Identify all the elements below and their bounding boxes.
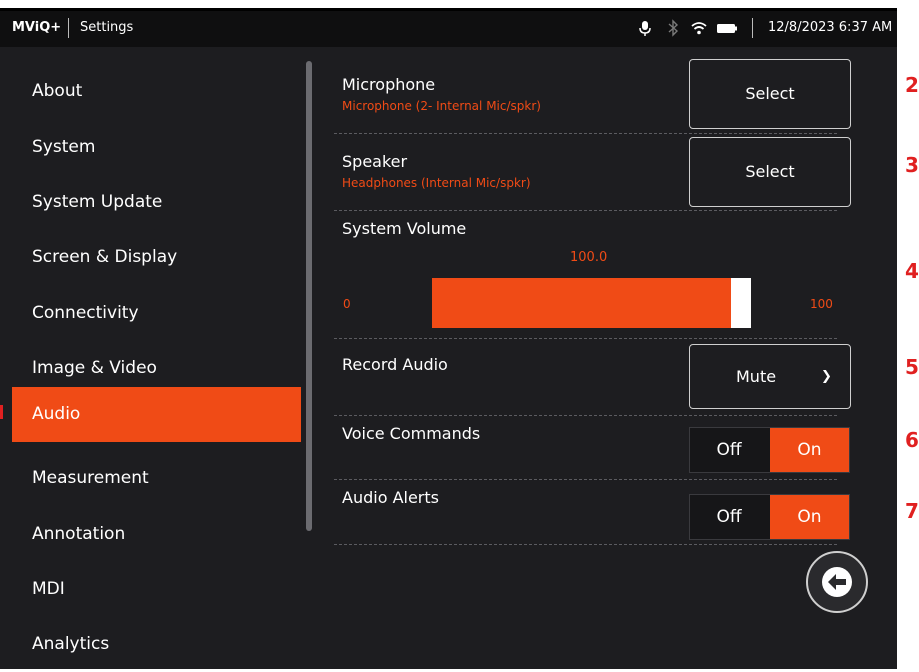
audio-alerts-off-option[interactable]: Off xyxy=(690,495,768,539)
sidebar-item-label: Annotation xyxy=(32,524,126,544)
sidebar-item-label: Audio xyxy=(32,404,81,424)
callout-marker xyxy=(0,405,3,419)
callout-3: 3 xyxy=(905,153,919,177)
status-separator xyxy=(752,18,753,38)
divider xyxy=(334,133,837,134)
sidebar-scrollbar[interactable] xyxy=(306,61,312,531)
arrow-left-icon xyxy=(822,567,852,597)
microphone-select-button[interactable]: Select xyxy=(689,59,851,129)
audio-settings-panel: Microphone Microphone (2- Internal Mic/s… xyxy=(322,47,877,669)
chevron-down-icon: ❯ xyxy=(821,369,832,384)
callout-2: 2 xyxy=(905,73,919,97)
status-bar: MViQ+ Settings 12/8/2023 6:37 AM xyxy=(0,11,897,47)
sidebar-item-label: Analytics xyxy=(32,634,110,654)
battery-icon xyxy=(717,24,737,33)
microphone-value: Microphone (2- Internal Mic/spkr) xyxy=(342,99,541,113)
bluetooth-icon xyxy=(668,19,679,37)
audio-alerts-toggle[interactable]: Off On xyxy=(689,494,850,540)
voice-commands-off-option[interactable]: Off xyxy=(690,428,768,472)
volume-slider[interactable] xyxy=(432,278,770,328)
divider xyxy=(334,415,837,416)
sidebar-item-label: MDI xyxy=(32,579,65,599)
app-name: MViQ+ xyxy=(12,20,62,35)
sidebar-item-label: Measurement xyxy=(32,468,149,488)
status-separator xyxy=(68,18,69,38)
record-audio-dropdown[interactable]: Mute ❯ xyxy=(689,344,851,409)
divider xyxy=(334,544,837,545)
speaker-value: Headphones (Internal Mic/spkr) xyxy=(342,176,531,190)
callout-7: 7 xyxy=(905,499,919,523)
microphone-icon xyxy=(639,21,651,36)
device-screen: MViQ+ Settings 12/8/2023 6:37 AM About S… xyxy=(0,8,897,669)
date-time: 12/8/2023 6:37 AM xyxy=(768,20,893,35)
sidebar-item-annotation[interactable]: Annotation xyxy=(12,507,301,562)
speaker-title: Speaker xyxy=(342,152,408,171)
wifi-icon xyxy=(691,22,707,35)
voice-commands-on-option[interactable]: On xyxy=(770,428,849,472)
microphone-title: Microphone xyxy=(342,75,436,94)
section-title: Settings xyxy=(80,20,134,35)
sidebar-item-analytics[interactable]: Analytics xyxy=(12,617,301,672)
audio-alerts-on-option[interactable]: On xyxy=(770,495,849,539)
volume-slider-thumb[interactable] xyxy=(731,278,751,328)
speaker-select-button[interactable]: Select xyxy=(689,137,851,207)
sidebar-item-mdi[interactable]: MDI xyxy=(12,562,301,617)
sidebar-item-label: Screen & Display xyxy=(32,247,178,267)
sidebar-item-label: About xyxy=(32,81,83,101)
sidebar-item-label: System Update xyxy=(32,192,163,212)
sidebar-item-audio[interactable]: Audio xyxy=(12,387,301,442)
settings-sidebar: About System System Update Screen & Disp… xyxy=(0,47,301,669)
sidebar-item-connectivity[interactable]: Connectivity xyxy=(12,286,301,341)
divider xyxy=(334,210,837,211)
audio-alerts-title: Audio Alerts xyxy=(342,488,439,507)
divider xyxy=(334,338,837,339)
volume-value: 100.0 xyxy=(570,250,608,265)
sidebar-item-measurement[interactable]: Measurement xyxy=(12,451,301,506)
callout-6: 6 xyxy=(905,428,919,452)
volume-slider-fill xyxy=(432,278,731,328)
system-volume-title: System Volume xyxy=(342,219,467,238)
sidebar-item-about[interactable]: About xyxy=(12,64,301,119)
callout-4: 4 xyxy=(905,259,919,283)
sidebar-item-label: System xyxy=(32,137,96,157)
sidebar-item-system-update[interactable]: System Update xyxy=(12,175,301,230)
callout-5: 5 xyxy=(905,355,919,379)
volume-min-label: 0 xyxy=(343,297,351,311)
volume-max-label: 100 xyxy=(810,297,833,311)
sidebar-item-system[interactable]: System xyxy=(12,120,301,175)
sidebar-item-label: Connectivity xyxy=(32,303,139,323)
sidebar-item-screen-display[interactable]: Screen & Display xyxy=(12,230,301,285)
voice-commands-toggle[interactable]: Off On xyxy=(689,427,850,473)
record-audio-title: Record Audio xyxy=(342,355,448,374)
record-audio-selected: Mute xyxy=(736,367,777,386)
voice-commands-title: Voice Commands xyxy=(342,424,481,443)
back-button[interactable] xyxy=(806,551,868,613)
divider xyxy=(334,479,837,480)
